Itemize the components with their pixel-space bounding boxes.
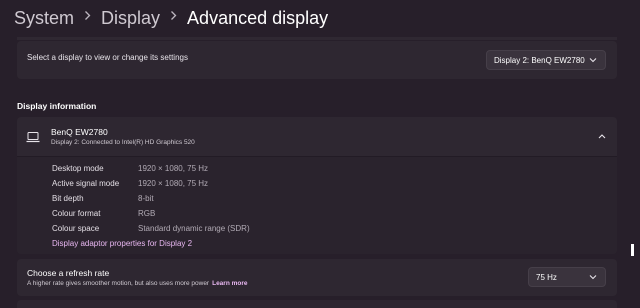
- monitor-connection: Display 2: Connected to Intel(R) HD Grap…: [51, 139, 195, 146]
- laptop-icon: [26, 130, 40, 148]
- info-value: RGB: [138, 209, 156, 218]
- refresh-rate-title: Choose a refresh rate: [27, 268, 110, 278]
- display-select-label: Select a display to view or change its s…: [27, 53, 188, 62]
- info-key: Colour format: [52, 209, 101, 218]
- breadcrumb: System Display Advanced display: [14, 4, 328, 32]
- chevron-right-icon: [170, 10, 177, 24]
- info-key: Active signal mode: [52, 179, 120, 188]
- refresh-rate-value: 75 Hz: [536, 272, 557, 282]
- display-adaptor-properties-link[interactable]: Display adaptor properties for Display 2: [52, 239, 192, 248]
- info-value: 1920 × 1080, 75 Hz: [138, 179, 209, 188]
- refresh-rate-description: A higher rate gives smoother motion, but…: [27, 280, 248, 287]
- next-card-edge: [17, 300, 617, 308]
- chevron-up-icon[interactable]: [595, 129, 609, 143]
- info-key: Bit depth: [52, 194, 84, 203]
- info-value: 1920 × 1080, 75 Hz: [138, 164, 209, 173]
- display-select-value: Display 2: BenQ EW2780: [494, 55, 585, 65]
- breadcrumb-display[interactable]: Display: [101, 8, 160, 29]
- breadcrumb-system[interactable]: System: [14, 8, 74, 29]
- monitor-name: BenQ EW2780: [51, 127, 108, 137]
- section-title-display-information: Display information: [17, 101, 97, 111]
- previous-card-edge: [17, 37, 617, 40]
- info-value: 8-bit: [138, 194, 154, 203]
- info-key: Colour space: [52, 224, 100, 233]
- display-select-dropdown[interactable]: Display 2: BenQ EW2780: [486, 50, 606, 70]
- display-information-header[interactable]: BenQ EW2780 Display 2: Connected to Inte…: [17, 117, 617, 157]
- display-information-details: Desktop mode 1920 × 1080, 75 Hz Active s…: [17, 157, 617, 254]
- refresh-rate-dropdown[interactable]: 75 Hz: [528, 267, 606, 287]
- learn-more-link[interactable]: Learn more: [212, 280, 247, 287]
- page-title: Advanced display: [187, 7, 329, 28]
- chevron-down-icon: [589, 56, 597, 65]
- info-key: Desktop mode: [52, 164, 104, 173]
- text-cursor: [631, 244, 634, 256]
- display-information-card: BenQ EW2780 Display 2: Connected to Inte…: [17, 117, 617, 254]
- chevron-down-icon: [589, 273, 597, 282]
- display-select-card: Select a display to view or change its s…: [17, 41, 617, 79]
- refresh-rate-card: Choose a refresh rate A higher rate give…: [17, 259, 617, 296]
- info-value: Standard dynamic range (SDR): [138, 224, 250, 233]
- refresh-rate-subtitle: A higher rate gives smoother motion, but…: [27, 280, 210, 287]
- chevron-right-icon: [84, 10, 91, 24]
